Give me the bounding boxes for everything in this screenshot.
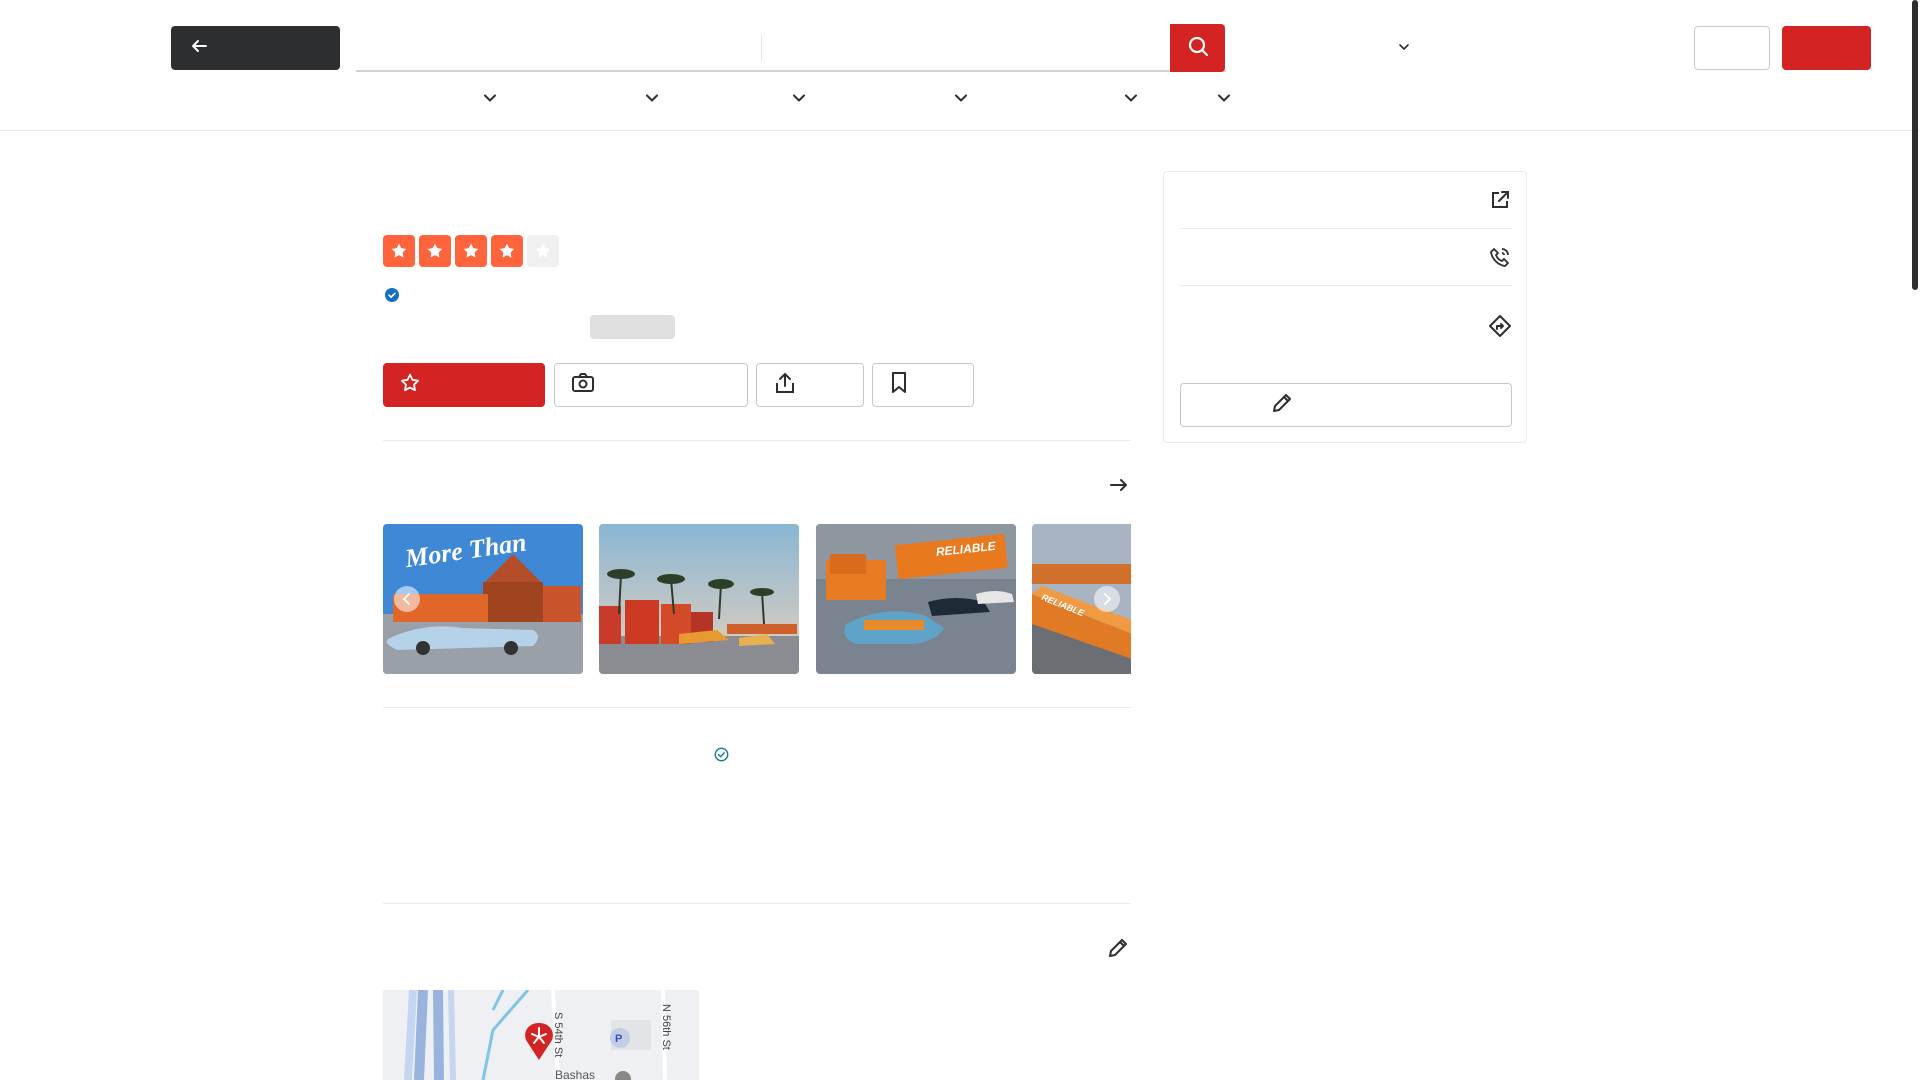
section-divider	[383, 440, 1131, 441]
directions-row[interactable]	[1180, 286, 1512, 368]
phone-row[interactable]	[1180, 229, 1512, 286]
pencil-icon	[1271, 392, 1293, 419]
chevron-left-icon	[402, 593, 410, 605]
verified-badge-icon	[385, 288, 399, 302]
search-icon	[1187, 35, 1209, 62]
category-dropdown-1[interactable]	[482, 90, 498, 106]
top-header	[0, 0, 1920, 131]
search-divider	[761, 36, 762, 60]
camera-icon	[571, 372, 595, 399]
search-near-input[interactable]	[772, 24, 1167, 70]
category-dropdown-5[interactable]	[1123, 90, 1139, 106]
star-empty-icon	[527, 235, 559, 267]
external-link-icon	[1488, 188, 1512, 212]
phone-icon	[1488, 245, 1512, 269]
category-dropdown-3[interactable]	[791, 90, 807, 106]
write-review-button[interactable]	[383, 363, 545, 407]
save-button[interactable]	[872, 363, 974, 407]
chevron-down-icon	[1125, 94, 1137, 102]
category-dropdown-6[interactable]	[1216, 90, 1232, 106]
search-find-input[interactable]	[356, 24, 761, 70]
hours-badge	[590, 315, 675, 339]
chevron-down-icon	[793, 94, 805, 102]
suggest-edit-button[interactable]	[1180, 383, 1512, 427]
website-row[interactable]	[1180, 172, 1512, 229]
place-label: Bashas	[555, 1068, 595, 1080]
page-scrollbar[interactable]	[1912, 0, 1918, 290]
directions-icon	[1488, 314, 1512, 338]
chevron-down-icon	[1399, 38, 1409, 56]
star-icon	[383, 235, 415, 267]
category-dropdown-4[interactable]	[953, 90, 969, 106]
edit-location-button[interactable]	[1106, 938, 1130, 962]
star-icon	[491, 235, 523, 267]
photo-thumbnail[interactable]	[599, 524, 799, 674]
chevron-right-icon	[1104, 593, 1112, 605]
star-icon	[419, 235, 451, 267]
chevron-down-icon	[955, 94, 967, 102]
carousel-prev-button[interactable]	[394, 586, 420, 612]
back-button[interactable]	[171, 26, 340, 70]
street-label: S 54th St	[552, 1012, 564, 1057]
search-button[interactable]	[1170, 24, 1225, 72]
location-map[interactable]: S 54th St N 56th St P Bashas	[383, 990, 699, 1080]
chevron-down-icon	[646, 94, 658, 102]
street-label: N 56th St	[660, 1004, 672, 1050]
signup-button[interactable]	[1782, 26, 1871, 70]
business-page: More Than RELIABLE RELIABLE S 54th St N …	[0, 0, 1920, 1080]
arrow-left-icon	[189, 36, 209, 61]
share-icon	[773, 371, 797, 400]
carousel-next-button[interactable]	[1094, 586, 1120, 612]
parking-label: P	[615, 1033, 622, 1045]
photo-thumbnail[interactable]: RELIABLE	[816, 524, 1016, 674]
share-button[interactable]	[756, 363, 864, 407]
login-button[interactable]	[1694, 26, 1770, 70]
verified-check-icon	[714, 747, 729, 762]
search-bar	[356, 24, 1226, 72]
arrow-right-icon	[1109, 477, 1129, 498]
star-rating	[383, 235, 559, 267]
category-dropdown-2[interactable]	[644, 90, 660, 106]
photo-carousel: More Than RELIABLE RELIABLE	[383, 524, 1131, 674]
see-all-photos-link[interactable]	[1108, 476, 1130, 498]
chevron-down-icon	[484, 94, 496, 102]
star-icon	[455, 235, 487, 267]
business-info-card	[1163, 171, 1527, 443]
bookmark-icon	[889, 371, 909, 400]
add-photo-button[interactable]	[554, 363, 748, 407]
star-outline-icon	[399, 372, 421, 399]
for-businesses-dropdown[interactable]	[1395, 38, 1413, 56]
section-divider	[383, 707, 1131, 708]
chevron-down-icon	[1218, 94, 1230, 102]
pencil-icon	[1107, 937, 1129, 964]
section-divider	[383, 903, 1131, 904]
